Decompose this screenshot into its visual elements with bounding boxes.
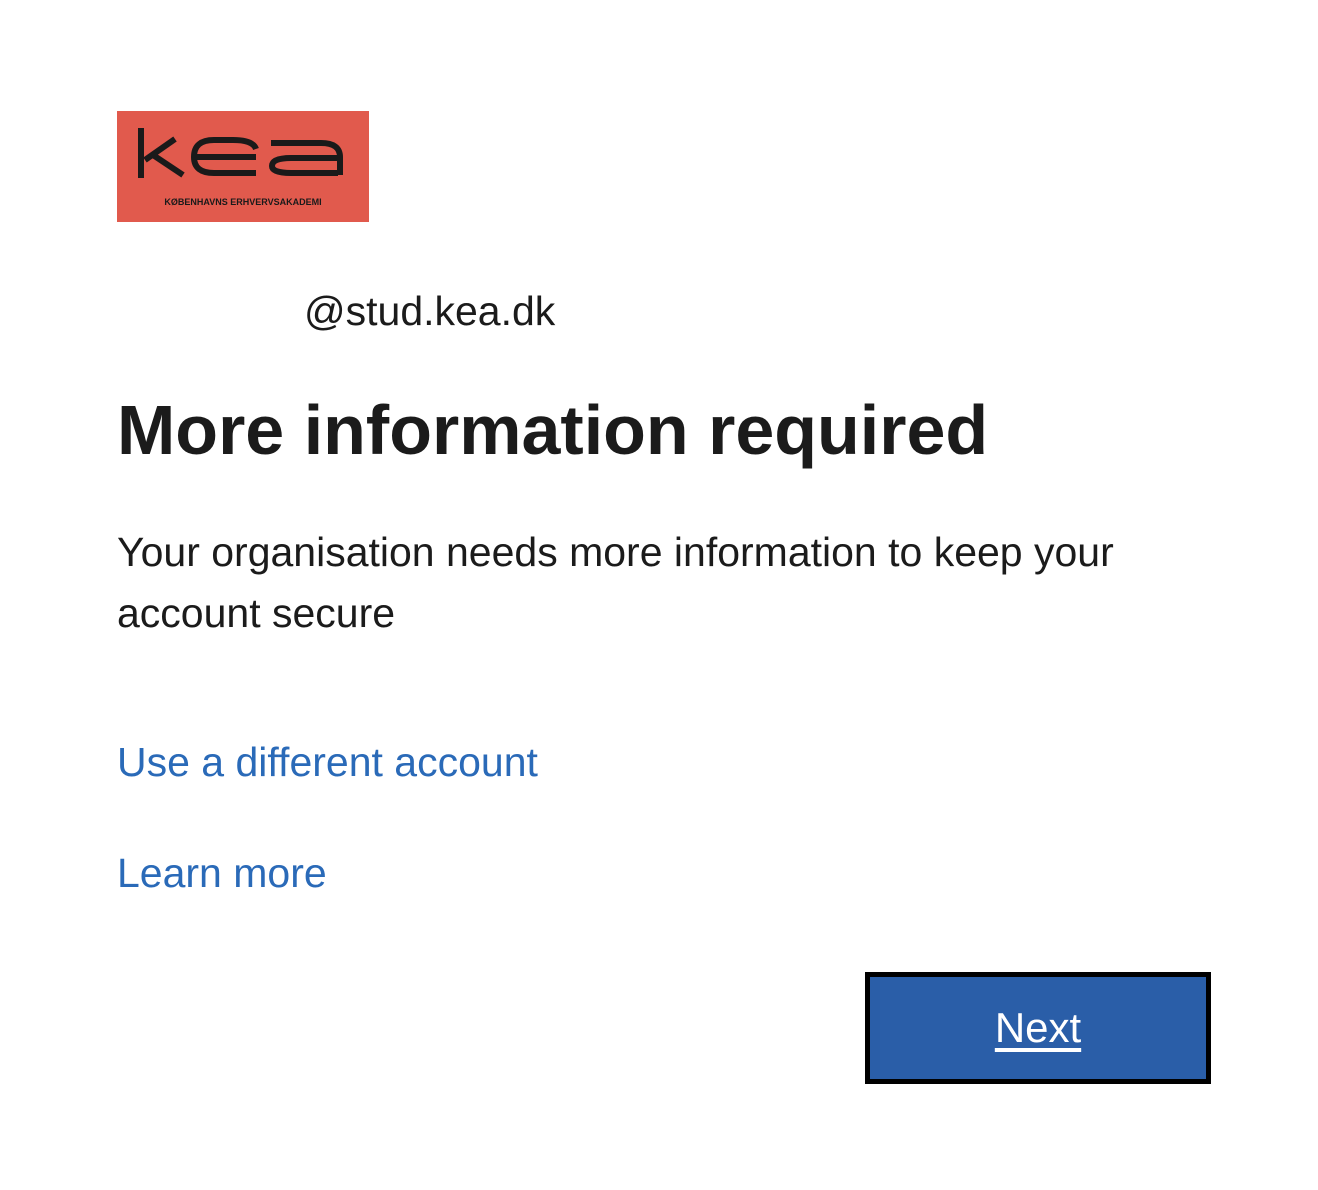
learn-more-link[interactable]: Learn more — [117, 848, 327, 898]
next-button[interactable]: Next — [865, 972, 1211, 1084]
sign-in-page: KØBENHAVNS ERHVERVSAKADEMI @stud.kea.dk … — [0, 0, 1318, 1190]
page-description: Your organisation needs more information… — [117, 529, 1114, 636]
kea-logo-mark: KØBENHAVNS ERHVERVSAKADEMI — [138, 128, 343, 207]
page-title: More information required — [117, 391, 989, 469]
use-different-account-link[interactable]: Use a different account — [117, 737, 538, 787]
kea-logo: KØBENHAVNS ERHVERVSAKADEMI — [117, 111, 369, 222]
logo-subtitle: KØBENHAVNS ERHVERVSAKADEMI — [164, 197, 321, 207]
account-email: @stud.kea.dk — [304, 288, 556, 334]
